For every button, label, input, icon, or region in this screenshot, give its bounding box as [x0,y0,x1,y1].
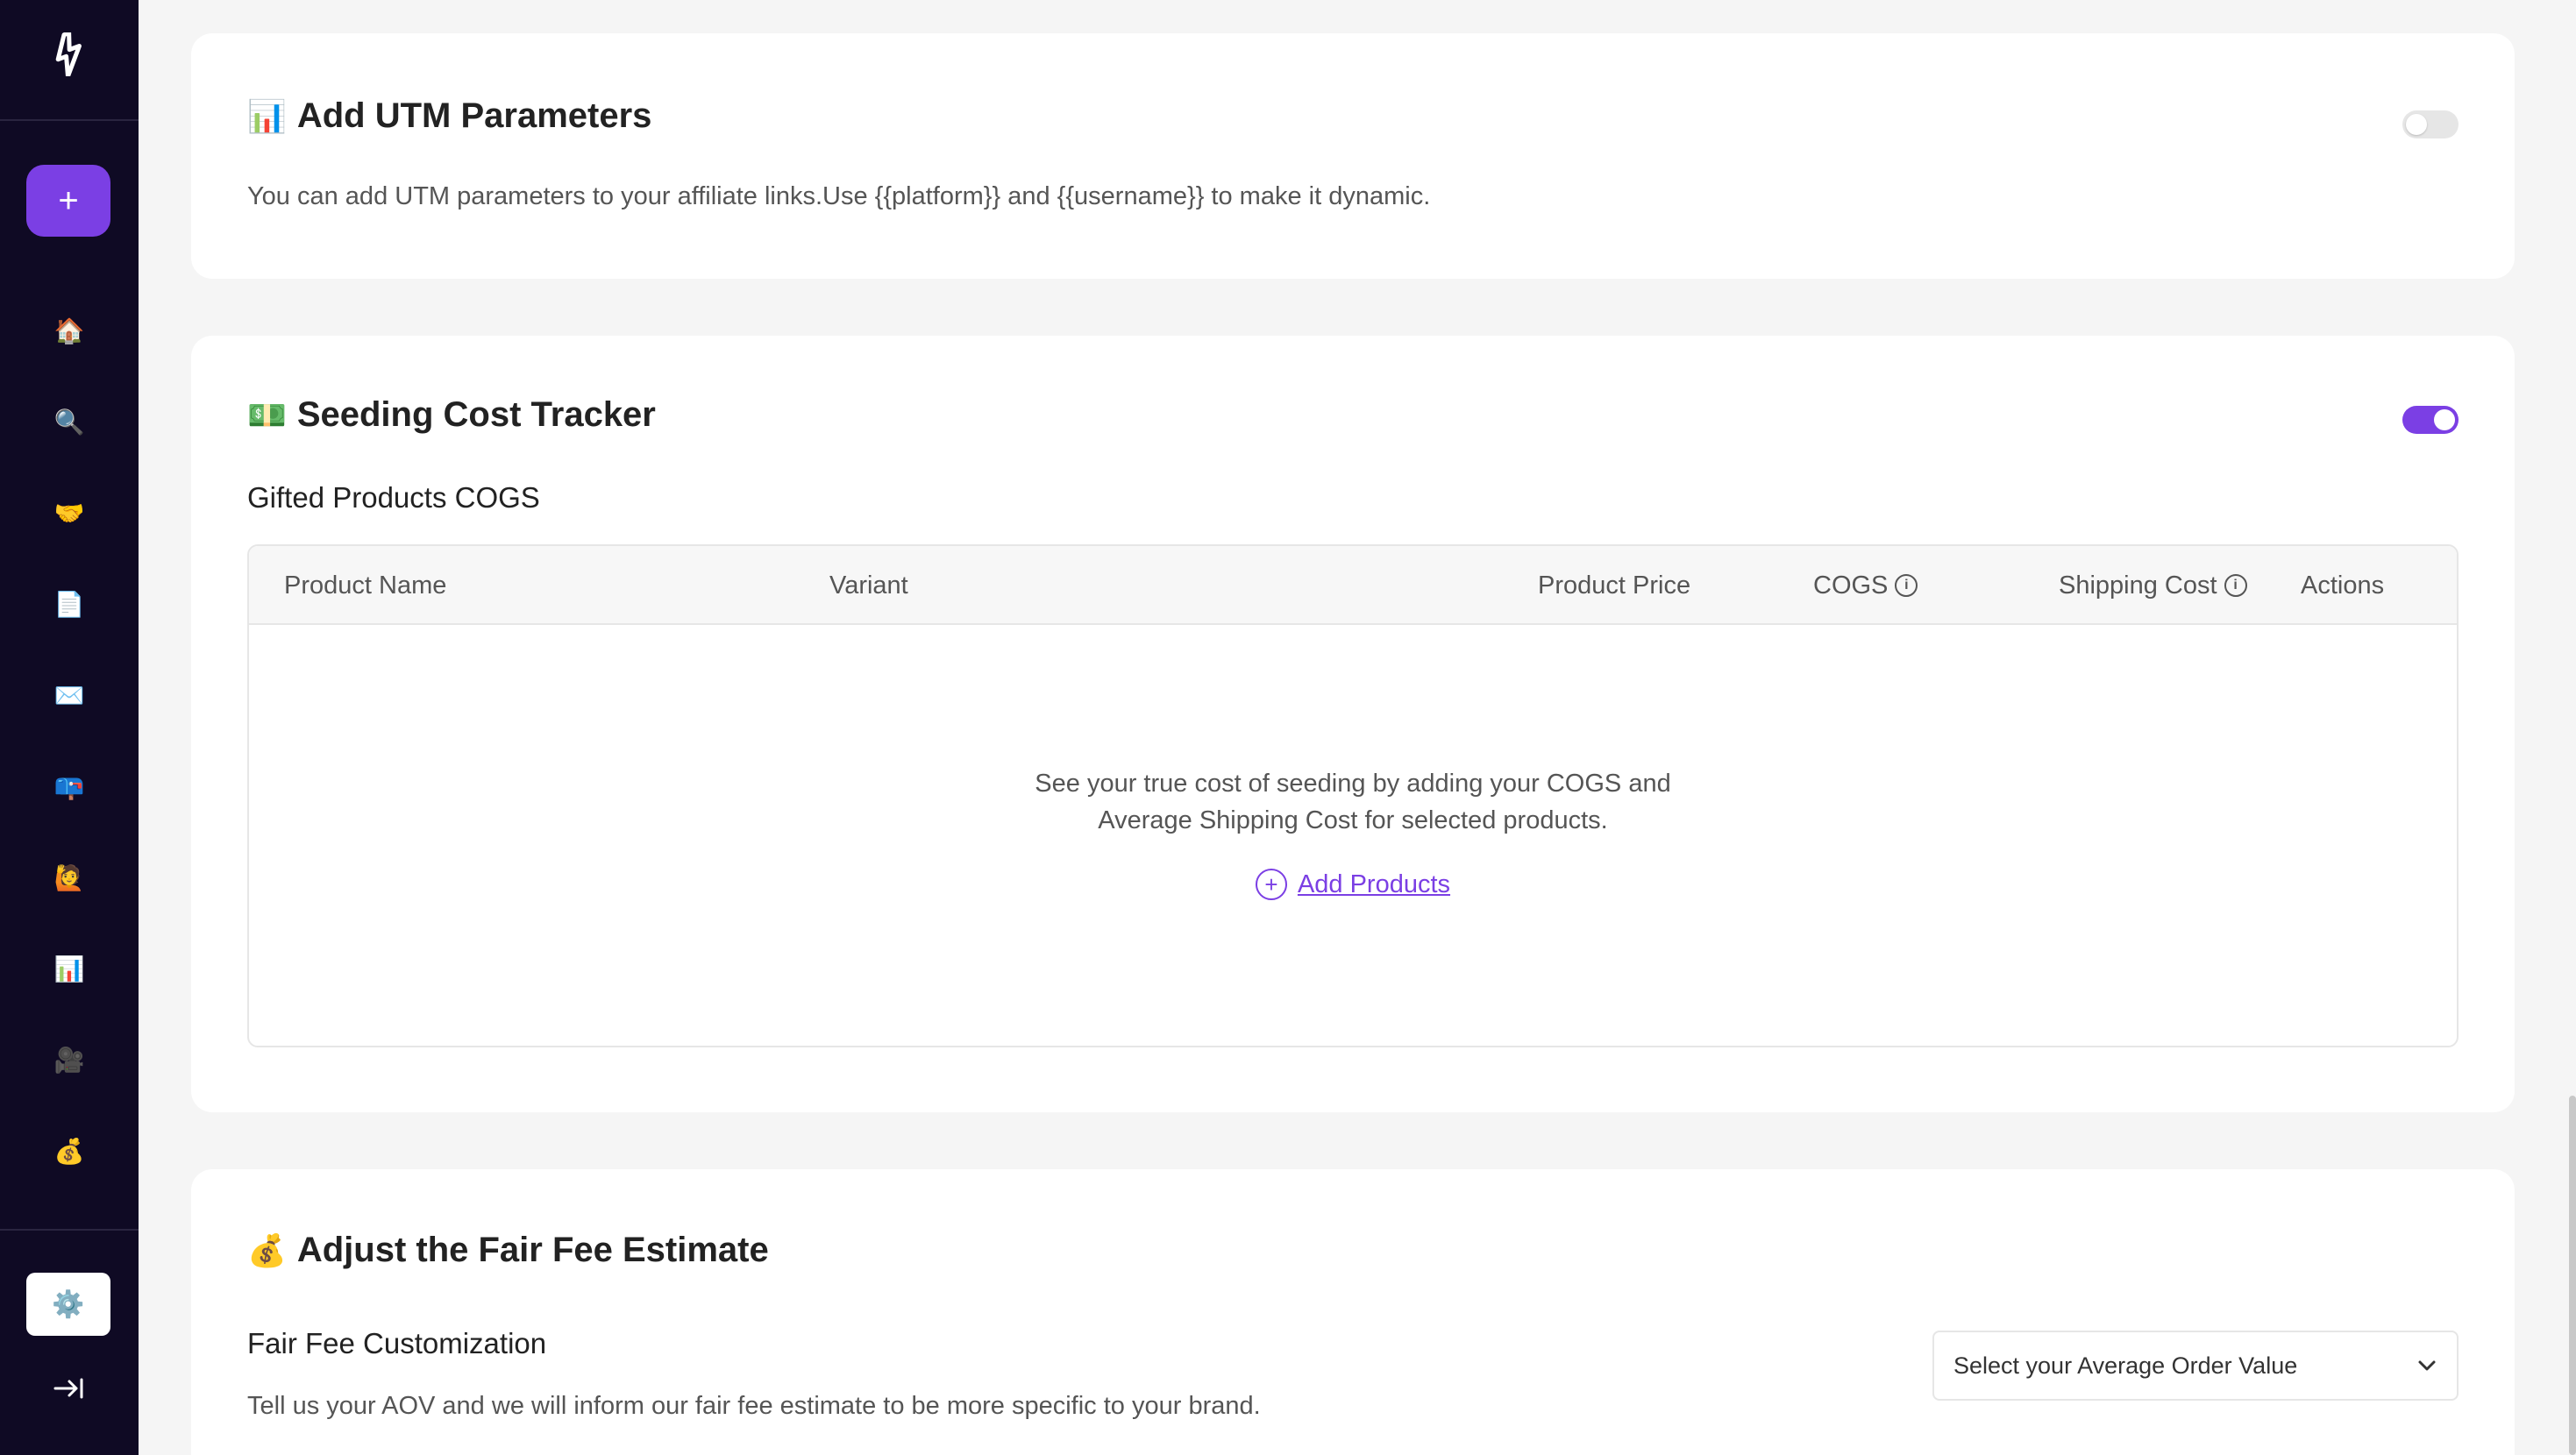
money-bag-icon: 💰 [247,1231,287,1268]
aov-select[interactable]: Select your Average Order Value [1932,1331,2459,1401]
aov-select-placeholder: Select your Average Order Value [1953,1352,2298,1379]
cogs-label: COGS [1813,571,1889,600]
toggle-knob [2406,114,2427,135]
money-bag-icon: 💰 [53,1137,85,1165]
add-products-link[interactable]: Add Products [1298,870,1450,899]
collapse-sidebar-button[interactable] [0,1360,139,1416]
utm-title-text: Add UTM Parameters [296,96,652,135]
collapse-arrow-icon [53,1378,83,1399]
create-new-button[interactable]: + [26,165,110,237]
gear-icon: ⚙️ [52,1289,85,1319]
sidebar-item-person[interactable]: 🙋 [0,849,139,905]
plus-circle-icon: + [1255,869,1287,900]
video-camera-icon: 🎥 [53,1046,85,1074]
settings-button[interactable]: ⚙️ [26,1273,110,1336]
column-header-cogs: COGS i [1813,546,1918,625]
logo-icon [55,32,82,76]
page-scrollbar[interactable] [2569,1096,2576,1455]
sidebar-item-money-bag[interactable]: 💰 [0,1123,139,1179]
column-header-shipping-cost: Shipping Cost i [2059,546,2247,625]
utm-card: 📊 Add UTM Parameters You can add UTM par… [191,33,2515,279]
sidebar-item-chart[interactable]: 📊 [0,940,139,997]
sidebar-item-document[interactable]: 📄 [0,576,139,632]
fair-fee-title: 💰 Adjust the Fair Fee Estimate [247,1231,769,1270]
sidebar-item-handshake[interactable]: 🤝 [0,485,139,541]
sidebar: + 🏠 🔍 🤝 📄 ✉️ 📪 🙋 📊 🎥 💰 ⚙️ [0,0,139,1455]
empty-state-line-2: Average Shipping Cost for selected produ… [1098,806,1608,834]
empty-state-message: See your true cost of seeding by adding … [249,765,2457,839]
brand-logo[interactable] [0,26,139,82]
column-header-product-name: Product Name [284,571,447,600]
sidebar-item-video-camera[interactable]: 🎥 [0,1032,139,1088]
shipping-cost-label: Shipping Cost [2059,571,2217,600]
column-header-product-price: Product Price [1538,571,1691,600]
document-icon: 📄 [53,590,85,618]
envelope-icon: ✉️ [53,681,85,709]
seeding-toggle[interactable] [2402,406,2459,434]
fair-fee-title-text: Adjust the Fair Fee Estimate [296,1231,769,1269]
search-icon: 🔍 [53,408,85,436]
info-icon[interactable]: i [1895,574,1918,597]
person-icon: 🙋 [53,863,85,891]
empty-state-line-1: See your true cost of seeding by adding … [1035,770,1671,798]
fair-fee-card: 💰 Adjust the Fair Fee Estimate Fair Fee … [191,1169,2515,1455]
bar-chart-icon: 📊 [247,97,287,134]
sidebar-divider-bottom [0,1229,139,1231]
handshake-icon: 🤝 [53,499,85,527]
seeding-cost-card: 💵 Seeding Cost Tracker Gifted Products C… [191,336,2515,1112]
home-icon: 🏠 [53,316,85,344]
sidebar-item-home[interactable]: 🏠 [0,302,139,358]
seeding-title-text: Seeding Cost Tracker [296,395,656,434]
sidebar-item-mailbox[interactable]: 📪 [0,758,139,814]
toggle-knob [2434,409,2455,430]
utm-toggle[interactable] [2402,110,2459,138]
sidebar-divider-top [0,119,139,121]
seeding-title: 💵 Seeding Cost Tracker [247,395,656,435]
sidebar-item-envelope[interactable]: ✉️ [0,667,139,723]
column-header-actions: Actions [2301,571,2385,600]
table-header: Product Name Variant Product Price COGS … [249,546,2457,625]
app-root: + 🏠 🔍 🤝 📄 ✉️ 📪 🙋 📊 🎥 💰 ⚙️ 📊 Add UTM Parameters Yo… [0,0,2576,1455]
utm-title: 📊 Add UTM Parameters [247,96,651,136]
info-icon[interactable]: i [2224,574,2247,597]
utm-description: You can add UTM parameters to your affil… [247,182,1431,210]
gifted-products-table: Product Name Variant Product Price COGS … [247,544,2459,1047]
mailbox-icon: 📪 [53,772,85,800]
chart-icon: 📊 [53,955,85,983]
fair-fee-description: Tell us your AOV and we will inform our … [247,1392,1261,1420]
column-header-variant: Variant [829,571,908,600]
gifted-products-subtitle: Gifted Products COGS [247,481,540,514]
fair-fee-subtitle: Fair Fee Customization [247,1327,547,1359]
money-icon: 💵 [247,396,287,433]
add-products-button[interactable]: + Add Products [249,869,2457,900]
chevron-down-icon [2418,1360,2436,1371]
sidebar-item-search[interactable]: 🔍 [0,394,139,450]
